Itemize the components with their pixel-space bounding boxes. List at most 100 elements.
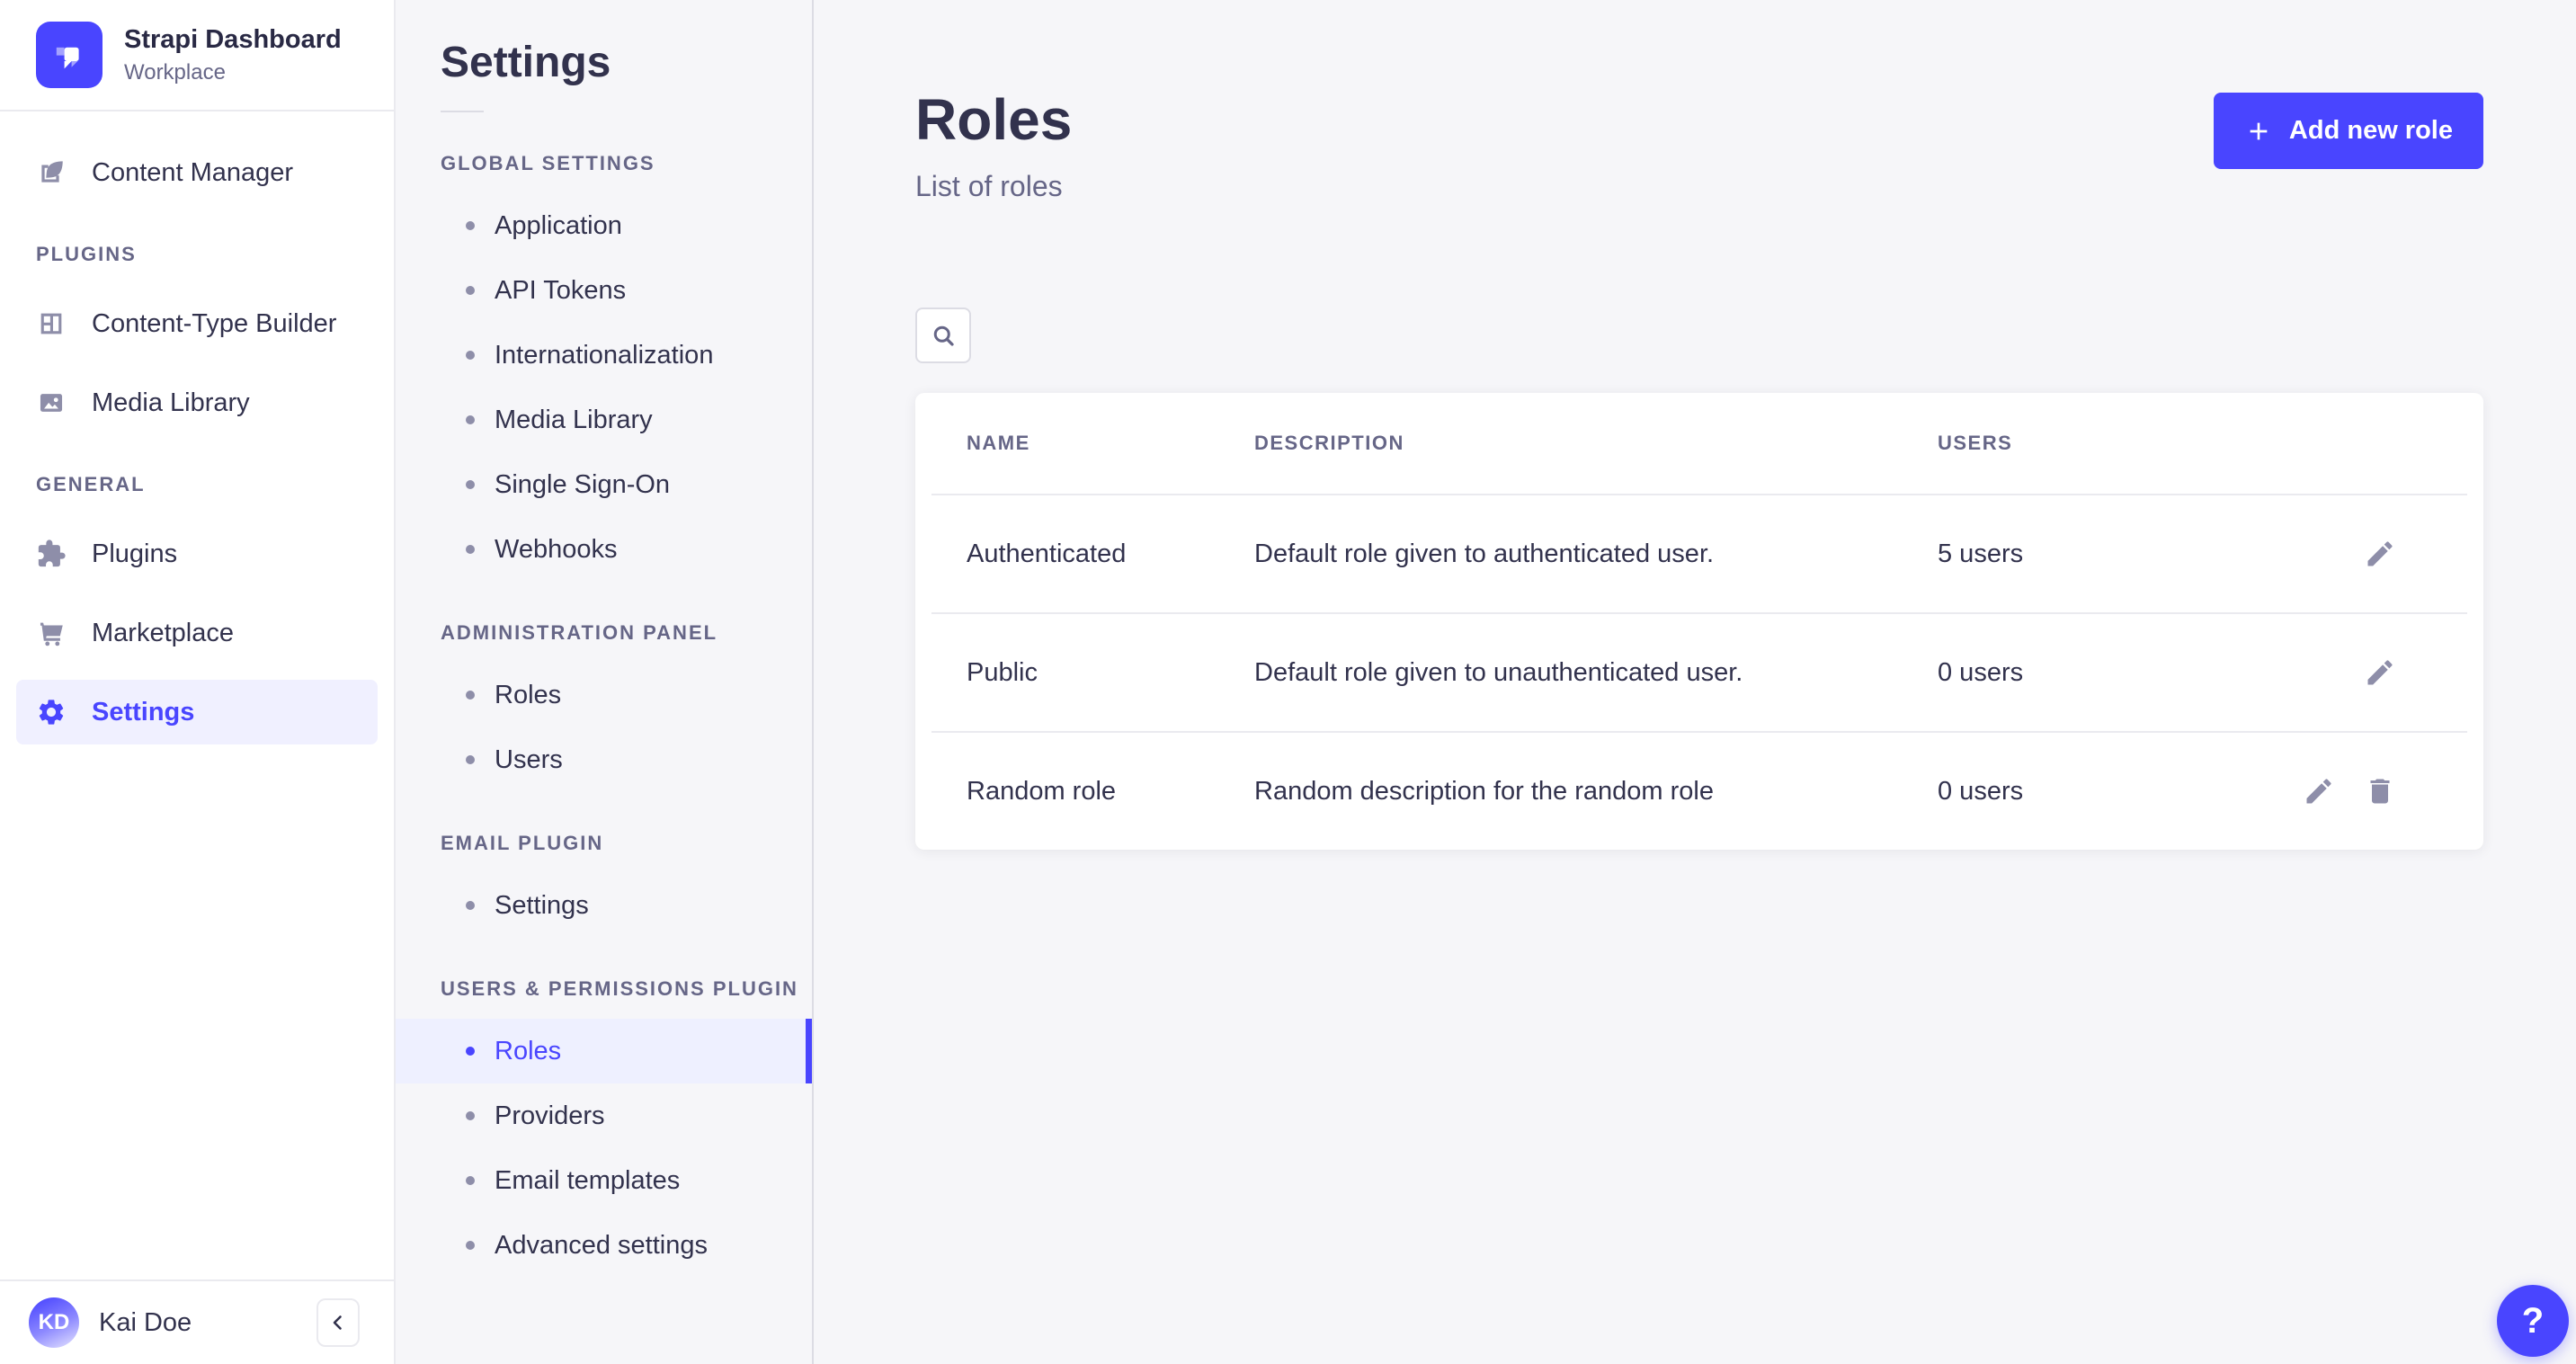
- page-header: Roles List of roles Add new role: [915, 90, 2483, 203]
- sidebar-footer: KD Kai Doe: [0, 1279, 394, 1364]
- subnav-item-label: Webhooks: [495, 535, 618, 565]
- sidebar-item-label: Content-Type Builder: [92, 309, 336, 339]
- subnav-item-webhooks[interactable]: Webhooks: [396, 517, 812, 582]
- subnav-item-api-tokens[interactable]: API Tokens: [396, 258, 812, 323]
- bullet-icon: [466, 1111, 475, 1120]
- add-new-role-button[interactable]: Add new role: [2214, 93, 2483, 169]
- subnav-item-media-library[interactable]: Media Library: [396, 388, 812, 452]
- subnav-item-label: Roles: [495, 681, 561, 710]
- workspace-title: Strapi Dashboard: [124, 24, 342, 56]
- subnav-item-internationalization[interactable]: Internationalization: [396, 323, 812, 388]
- plus-icon: [2244, 117, 2273, 146]
- table-row-authenticated[interactable]: Authenticated Default role given to auth…: [915, 495, 2483, 612]
- sidebar-item-label: Content Manager: [92, 158, 293, 188]
- chevron-left-icon: [327, 1312, 349, 1333]
- sidebar-item-media-library[interactable]: Media Library: [16, 370, 378, 435]
- pencil-icon: [2364, 656, 2396, 689]
- layout-grid-icon: [36, 308, 67, 339]
- image-icon: [36, 388, 67, 418]
- search-icon: [930, 322, 957, 349]
- table-header-row: NAME DESCRIPTION USERS: [915, 393, 2483, 494]
- workspace-brand[interactable]: Strapi Dashboard Workplace: [0, 0, 394, 111]
- user-name: Kai Doe: [99, 1308, 192, 1338]
- edit-role-button[interactable]: [2364, 656, 2396, 689]
- subnav-item-up-roles[interactable]: Roles: [396, 1019, 812, 1083]
- role-description: Random description for the random role: [1254, 777, 1938, 807]
- sidebar-item-settings[interactable]: Settings: [16, 680, 378, 744]
- role-users-count: 0 users: [1938, 658, 2364, 688]
- subnav-item-label: API Tokens: [495, 276, 626, 306]
- subnav-section-email-plugin: EMAIL PLUGIN Settings: [396, 832, 812, 938]
- table-row-random-role[interactable]: Random role Random description for the r…: [915, 733, 2483, 850]
- sidebar-item-content-manager[interactable]: Content Manager: [16, 140, 378, 205]
- subnav-item-email-settings[interactable]: Settings: [396, 873, 812, 938]
- pencil-icon: [2303, 775, 2335, 807]
- subnav-item-application[interactable]: Application: [396, 193, 812, 258]
- bullet-icon: [466, 901, 475, 910]
- bullet-icon: [466, 480, 475, 489]
- subnav-item-email-templates[interactable]: Email templates: [396, 1148, 812, 1213]
- subnav-section-users-permissions-plugin: USERS & PERMISSIONS PLUGIN Roles Provide…: [396, 977, 812, 1278]
- feather-icon: [36, 157, 67, 188]
- row-actions: [2364, 656, 2432, 689]
- bullet-icon: [466, 221, 475, 230]
- settings-subnav: Settings GLOBAL SETTINGS Application API…: [396, 0, 814, 1364]
- sidebar-item-label: Marketplace: [92, 619, 234, 648]
- bullet-icon: [466, 415, 475, 424]
- subnav-item-label: Internationalization: [495, 341, 713, 370]
- role-users-count: 0 users: [1938, 777, 2303, 807]
- table-row-public[interactable]: Public Default role given to unauthentic…: [915, 614, 2483, 731]
- sidebar-item-label: Settings: [92, 698, 194, 727]
- row-actions: [2303, 775, 2432, 807]
- roles-table: NAME DESCRIPTION USERS Authenticated Def…: [915, 393, 2483, 850]
- collapse-sidebar-button[interactable]: [316, 1298, 360, 1347]
- cart-icon: [36, 618, 67, 648]
- bullet-icon: [466, 286, 475, 295]
- sidebar-nav: Content Manager PLUGINS Content-Type Bui…: [0, 111, 394, 759]
- subnav-section-label: GLOBAL SETTINGS: [396, 152, 812, 175]
- subnav-item-single-sign-on[interactable]: Single Sign-On: [396, 452, 812, 517]
- roles-page: Roles List of roles Add new role NAME DE…: [814, 0, 2576, 1364]
- subnav-divider: [441, 111, 484, 112]
- sidebar-section-plugins: PLUGINS: [16, 243, 378, 266]
- subnav-item-label: Providers: [495, 1101, 605, 1131]
- help-button[interactable]: ?: [2497, 1285, 2569, 1357]
- bullet-icon: [466, 1047, 475, 1056]
- role-users-count: 5 users: [1938, 539, 2364, 569]
- sidebar-item-content-type-builder[interactable]: Content-Type Builder: [16, 291, 378, 356]
- subnav-item-providers[interactable]: Providers: [396, 1083, 812, 1148]
- avatar[interactable]: KD: [29, 1297, 79, 1348]
- edit-role-button[interactable]: [2303, 775, 2335, 807]
- bullet-icon: [466, 1176, 475, 1185]
- sidebar-item-plugins[interactable]: Plugins: [16, 522, 378, 586]
- subnav-section-administration-panel: ADMINISTRATION PANEL Roles Users: [396, 621, 812, 792]
- subnav-item-admin-users[interactable]: Users: [396, 727, 812, 792]
- sidebar-item-marketplace[interactable]: Marketplace: [16, 601, 378, 665]
- subnav-title: Settings: [441, 38, 812, 87]
- column-header-description: DESCRIPTION: [1254, 432, 1938, 455]
- strapi-admin-app: Strapi Dashboard Workplace Content Manag…: [0, 0, 2576, 1364]
- subnav-item-label: Roles: [495, 1037, 561, 1066]
- subnav-item-label: Media Library: [495, 406, 653, 435]
- subnav-section-label: ADMINISTRATION PANEL: [396, 621, 812, 645]
- gear-icon: [36, 697, 67, 727]
- row-actions: [2364, 538, 2432, 570]
- workspace-subtitle: Workplace: [124, 60, 342, 85]
- subnav-item-label: Email templates: [495, 1166, 680, 1196]
- subnav-item-label: Settings: [495, 891, 589, 921]
- subnav-item-label: Users: [495, 745, 563, 775]
- role-description: Default role given to authenticated user…: [1254, 539, 1938, 569]
- sidebar-section-general: GENERAL: [16, 473, 378, 496]
- edit-role-button[interactable]: [2364, 538, 2396, 570]
- subnav-item-label: Advanced settings: [495, 1231, 708, 1261]
- page-subtitle: List of roles: [915, 170, 1072, 203]
- subnav-item-admin-roles[interactable]: Roles: [396, 663, 812, 727]
- strapi-logo-icon: [36, 22, 103, 88]
- subnav-item-advanced-settings[interactable]: Advanced settings: [396, 1213, 812, 1278]
- delete-role-button[interactable]: [2364, 775, 2396, 807]
- pencil-icon: [2364, 538, 2396, 570]
- sidebar-item-label: Media Library: [92, 388, 250, 418]
- role-description: Default role given to unauthenticated us…: [1254, 658, 1938, 688]
- search-button[interactable]: [915, 308, 971, 363]
- subnav-section-label: USERS & PERMISSIONS PLUGIN: [396, 977, 812, 1001]
